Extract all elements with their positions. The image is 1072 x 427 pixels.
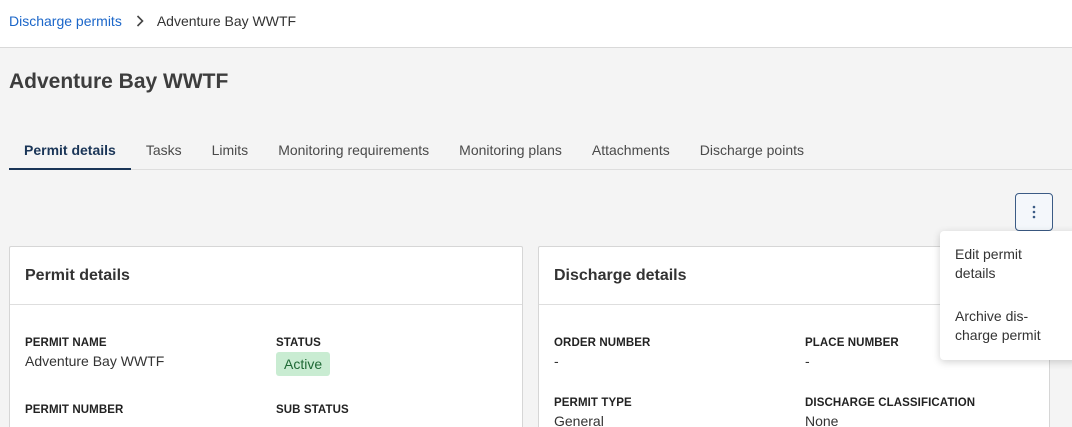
order-number-label: ORDER NUMBER [554, 337, 651, 349]
chevron-right-icon [136, 15, 144, 27]
sub-status-field: SUB STATUS [276, 404, 349, 416]
top-bar: Discharge permits Adventure Bay WWTF [0, 0, 1072, 48]
tab-limits[interactable]: Limits [197, 136, 264, 170]
page-title: Adventure Bay WWTF [9, 70, 229, 93]
tab-bar: Permit details Tasks Limits Monitoring r… [9, 136, 1072, 170]
breadcrumb: Discharge permits Adventure Bay WWTF [9, 12, 296, 30]
order-number-value: - [554, 353, 559, 369]
status-field: STATUS Active [276, 337, 331, 376]
status-label: STATUS [276, 337, 321, 349]
tab-attachments[interactable]: Attachments [577, 136, 685, 170]
permit-type-label: PERMIT TYPE [554, 397, 632, 409]
permit-type-field: PERMIT TYPE General [554, 397, 632, 427]
menu-item-archive-discharge-permit[interactable]: Archive dis- charge permit [955, 307, 1060, 345]
tab-monitoring-requirements[interactable]: Monitoring requirements [263, 136, 444, 170]
menu-item-edit-permit-details[interactable]: Edit permit details [955, 245, 1060, 283]
sub-status-label: SUB STATUS [276, 404, 349, 416]
status-badge: Active [276, 352, 331, 376]
permit-type-value: General [554, 413, 604, 427]
permit-name-field: PERMIT NAME Adventure Bay WWTF [25, 337, 164, 369]
permit-details-card-title: Permit details [10, 247, 522, 305]
actions-menu: Edit permit details Archive dis- charge … [940, 231, 1072, 360]
tab-discharge-points[interactable]: Discharge points [685, 136, 819, 170]
breadcrumb-current: Adventure Bay WWTF [156, 13, 297, 29]
permit-details-card: Permit details PERMIT NAME Adventure Bay… [9, 246, 523, 427]
permit-number-label: PERMIT NUMBER [25, 404, 124, 416]
more-actions-button[interactable] [1015, 193, 1053, 231]
permit-number-field: PERMIT NUMBER [25, 404, 123, 416]
order-number-field: ORDER NUMBER - [554, 337, 650, 369]
place-number-field: PLACE NUMBER - [805, 337, 899, 369]
place-number-value: - [805, 353, 810, 369]
discharge-classification-value: None [805, 413, 839, 427]
place-number-label: PLACE NUMBER [805, 337, 899, 349]
breadcrumb-link-discharge-permits[interactable]: Discharge permits [9, 13, 122, 29]
tab-permit-details[interactable]: Permit details [9, 136, 131, 170]
permit-name-label: PERMIT NAME [25, 337, 107, 349]
permit-name-value: Adventure Bay WWTF [25, 353, 165, 369]
tab-tasks[interactable]: Tasks [131, 136, 197, 170]
discharge-classification-label: DISCHARGE CLASSIFICATION [805, 397, 976, 409]
more-vertical-icon [1032, 205, 1036, 219]
discharge-classification-field: DISCHARGE CLASSIFICATION None [805, 397, 975, 427]
tab-monitoring-plans[interactable]: Monitoring plans [444, 136, 577, 170]
